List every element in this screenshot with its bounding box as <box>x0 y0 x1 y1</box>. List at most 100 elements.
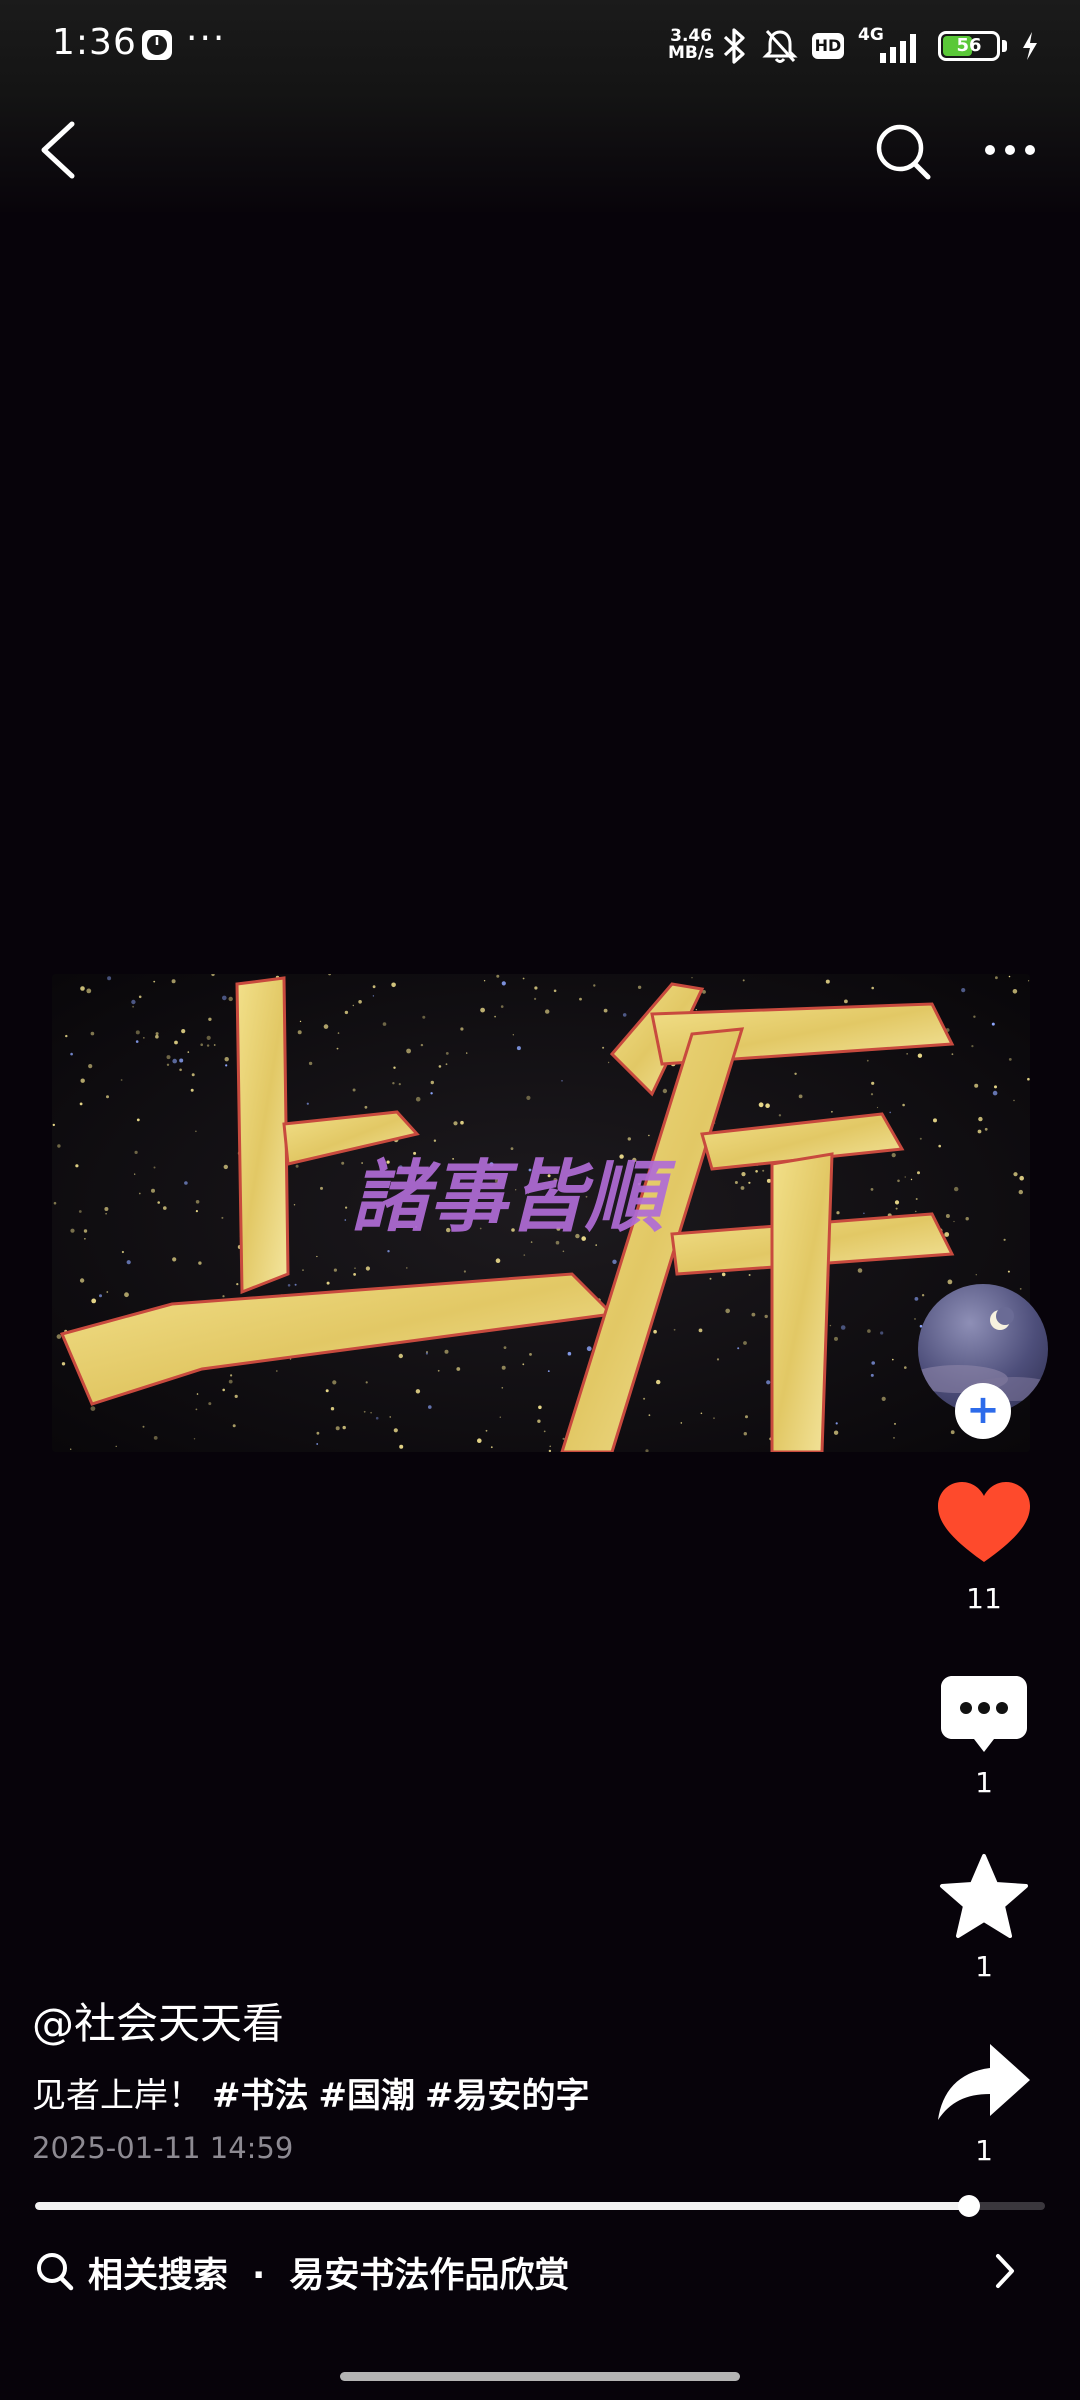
calligraphy-artwork[interactable]: 諸事皆順 <box>52 974 1030 1452</box>
hd-icon: HD <box>812 33 844 59</box>
speckle <box>653 1329 657 1334</box>
progress-handle[interactable] <box>958 2195 981 2217</box>
more-icon[interactable] <box>975 120 1045 180</box>
speckle <box>56 1334 62 1339</box>
speckle <box>352 1004 354 1007</box>
speckle <box>163 1206 167 1210</box>
speckle <box>1007 1270 1010 1273</box>
speckle <box>496 974 500 978</box>
speckle <box>499 1416 501 1418</box>
speckle <box>512 1034 514 1036</box>
favorite-button[interactable] <box>930 1852 1038 1944</box>
speckle <box>124 1292 129 1298</box>
speckle <box>921 1294 925 1297</box>
speckle <box>548 1449 552 1452</box>
speckle <box>179 1058 184 1063</box>
speckle <box>80 986 85 991</box>
speckle <box>135 1040 139 1043</box>
speckle <box>53 1201 57 1205</box>
speckle <box>438 1065 442 1068</box>
speckle <box>79 1102 83 1106</box>
speckle <box>915 1210 917 1213</box>
speckle <box>836 1211 840 1215</box>
speckle <box>863 1212 865 1215</box>
speckle <box>477 1438 482 1443</box>
speckle <box>534 997 537 1000</box>
comment-button[interactable] <box>930 1670 1038 1762</box>
chevron-right-icon[interactable] <box>990 2250 1020 2292</box>
speckle <box>453 1121 458 1126</box>
speckle <box>107 976 112 981</box>
charging-icon <box>1023 32 1037 60</box>
speckle <box>501 981 506 986</box>
speckle <box>302 1269 304 1271</box>
speckle <box>737 1347 740 1350</box>
speckle <box>460 1120 464 1125</box>
speckle <box>500 1005 504 1008</box>
speckle <box>894 1200 900 1205</box>
speckle <box>695 1009 697 1011</box>
speckle <box>914 1318 916 1320</box>
speckle <box>490 1446 493 1449</box>
speckle <box>895 1207 898 1210</box>
speckle <box>510 1147 514 1150</box>
speckle <box>422 1015 426 1019</box>
speckle <box>748 1274 751 1276</box>
speckle <box>132 1005 134 1008</box>
hashtag[interactable]: #易安的字 <box>425 2076 590 2116</box>
speckle <box>740 1186 745 1190</box>
speckle <box>602 1046 605 1049</box>
speckle <box>181 1029 186 1034</box>
speckle <box>406 1048 411 1054</box>
speckle <box>153 1436 158 1440</box>
share-button[interactable] <box>930 2036 1038 2128</box>
search-icon[interactable] <box>868 112 938 188</box>
speckle <box>198 1261 202 1265</box>
back-icon[interactable] <box>30 110 90 190</box>
search-icon <box>37 2253 74 2291</box>
speckle <box>538 1405 542 1410</box>
speckle <box>138 1192 141 1195</box>
speckle <box>466 1052 468 1054</box>
speckle <box>316 1431 320 1435</box>
speckle <box>445 1063 448 1066</box>
status-icons: HD 4G 56 <box>722 24 1039 68</box>
speckle <box>121 1250 124 1254</box>
speckle <box>545 1009 550 1014</box>
speckle <box>549 1445 551 1447</box>
speckle <box>287 1284 291 1287</box>
speckle <box>195 1130 197 1133</box>
share-arrow-icon <box>938 2044 1030 2120</box>
speckle <box>326 1281 330 1285</box>
speckle <box>755 1170 758 1173</box>
speckle <box>881 1396 886 1401</box>
speckle <box>503 1346 507 1349</box>
speckle <box>1012 989 1018 994</box>
battery-level: 56 <box>956 35 982 56</box>
status-time: 1:36 <box>52 22 137 63</box>
follow-button[interactable]: + <box>957 1385 1009 1437</box>
speckle <box>83 1229 88 1233</box>
speckle <box>430 1080 434 1085</box>
hashtag[interactable]: #书法 <box>212 2076 309 2116</box>
speckle <box>389 1416 391 1418</box>
home-indicator[interactable] <box>340 2372 740 2381</box>
author-name[interactable]: @社会天天看 <box>32 1990 284 2051</box>
progress-bar[interactable] <box>35 2202 1045 2210</box>
speckle <box>232 1424 236 1428</box>
speckle <box>78 1210 82 1213</box>
speckle <box>437 1369 440 1372</box>
related-search-text[interactable]: 相关搜索 · 易安书法作品欣赏 <box>88 2247 569 2298</box>
speckle <box>184 1181 188 1185</box>
speckle <box>765 1103 770 1108</box>
speckle <box>344 1219 347 1221</box>
speckle <box>223 1164 228 1170</box>
like-button[interactable] <box>930 1478 1038 1570</box>
speckle <box>915 1198 918 1200</box>
speckle <box>196 1393 199 1395</box>
speckle <box>106 1291 109 1293</box>
speckle <box>88 1064 93 1069</box>
speckle <box>917 1171 920 1175</box>
hashtag[interactable]: #国潮 <box>319 2076 416 2116</box>
speckle <box>126 1260 131 1265</box>
